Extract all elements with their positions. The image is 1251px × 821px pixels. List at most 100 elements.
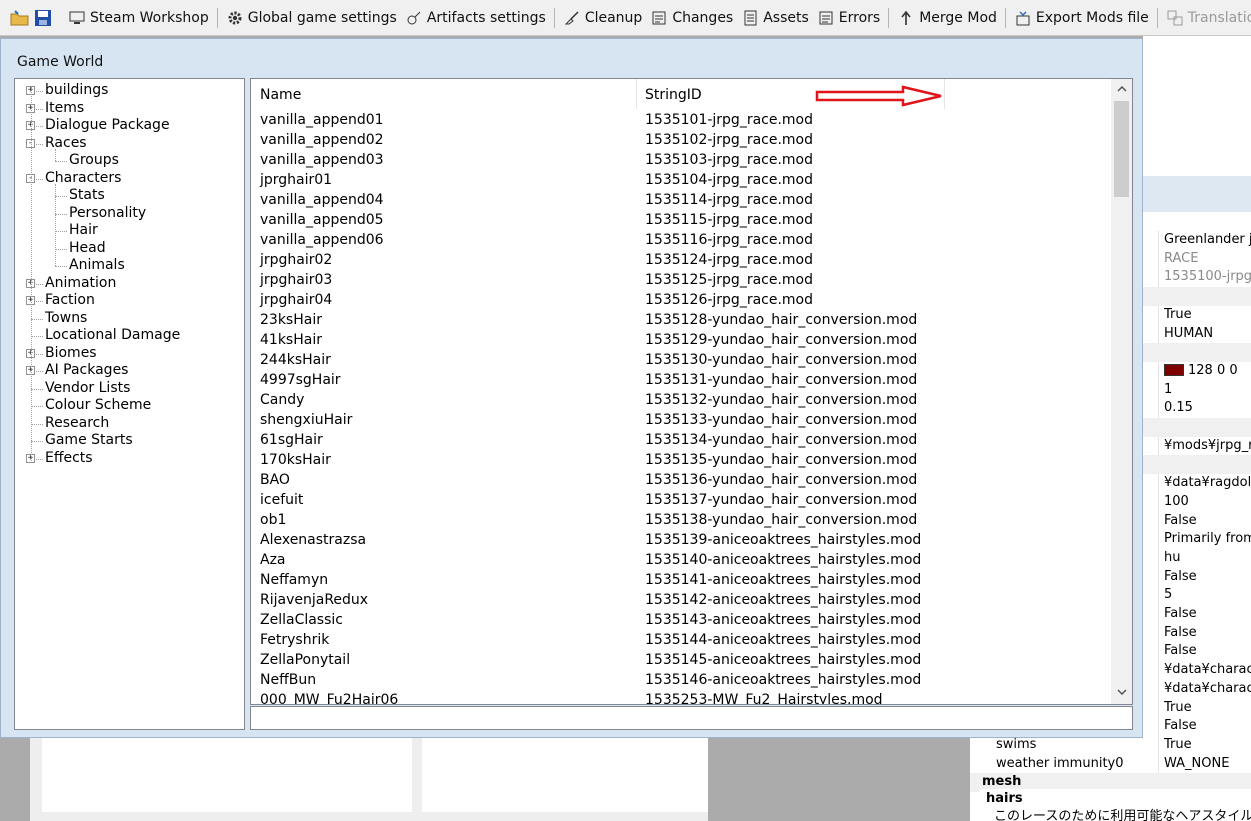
list-row[interactable]: 4997sgHair 1535131-yundao_hair_conversion…: [251, 371, 1111, 391]
tree-item-hair[interactable]: Hair: [69, 222, 98, 239]
list-row[interactable]: NeffBun 1535146-aniceoaktrees_hairstyles.…: [251, 671, 1111, 691]
list-footer-field[interactable]: [250, 706, 1133, 730]
tree-item-groups[interactable]: Groups: [69, 152, 119, 169]
property-value[interactable]: False: [1164, 569, 1197, 584]
scrollbar-thumb[interactable]: [1114, 101, 1129, 197]
list-row[interactable]: Fetryshrik 1535144-aniceoaktrees_hairstyl…: [251, 631, 1111, 651]
list-row[interactable]: 000_MW_Fu2Hair06 1535253-MW_Fu2_Hairstyle…: [251, 691, 1111, 704]
list-row[interactable]: vanilla_append06 1535116-jrpg_race.mod: [251, 231, 1111, 251]
steam-workshop-button[interactable]: Steam Workshop: [64, 5, 213, 31]
tree-item-dialogue-package[interactable]: Dialogue Package: [45, 117, 170, 134]
property-value[interactable]: 128 0 0: [1164, 363, 1238, 378]
cleanup-button[interactable]: Cleanup: [559, 5, 647, 31]
tree-item-buildings[interactable]: buildings: [45, 82, 108, 99]
list-row[interactable]: ZellaPonytail 1535145-aniceoaktrees_hairs…: [251, 651, 1111, 671]
tree-item-animals[interactable]: Animals: [69, 257, 125, 274]
list-row[interactable]: icefuit 1535137-yundao_hair_conversion.mo…: [251, 491, 1111, 511]
tree-item-head[interactable]: Head: [69, 240, 106, 257]
tree-item-personality[interactable]: Personality: [69, 205, 146, 222]
tree-item-game-starts[interactable]: Game Starts: [45, 432, 133, 449]
list-row[interactable]: jprghair01 1535104-jrpg_race.mod: [251, 171, 1111, 191]
property-row[interactable]: weather immunity0 WA_NONE: [970, 754, 1251, 774]
merge-mod-button[interactable]: Merge Mod: [893, 5, 1001, 31]
property-value[interactable]: RACE: [1164, 251, 1198, 266]
list-row[interactable]: ob1 1535138-yundao_hair_conversion.mod: [251, 511, 1111, 531]
property-value[interactable]: False: [1164, 643, 1197, 658]
vertical-scrollbar[interactable]: [1111, 79, 1132, 704]
tree-item-colour-scheme[interactable]: Colour Scheme: [45, 397, 151, 414]
property-value[interactable]: ¥mods¥jrpg_ra: [1164, 438, 1251, 453]
tree-item-stats[interactable]: Stats: [69, 187, 105, 204]
list-row[interactable]: ZellaClassic 1535143-aniceoaktrees_hairst…: [251, 611, 1111, 631]
list-row[interactable]: vanilla_append05 1535115-jrpg_race.mod: [251, 211, 1111, 231]
tree-item-races[interactable]: Races: [45, 135, 87, 152]
global-game-settings-button[interactable]: Global game settings: [222, 5, 401, 31]
list-row[interactable]: vanilla_append02 1535102-jrpg_race.mod: [251, 131, 1111, 151]
list-row[interactable]: 170ksHair 1535135-yundao_hair_conversion.…: [251, 451, 1111, 471]
column-header-stringid[interactable]: StringID: [645, 87, 702, 103]
property-value[interactable]: False: [1164, 625, 1197, 640]
artifacts-settings-button[interactable]: Artifacts settings: [401, 5, 550, 31]
tree-item-effects[interactable]: Effects: [45, 450, 93, 467]
item-list[interactable]: Name StringID vanilla_append01 1535101-jr…: [250, 78, 1133, 705]
list-row[interactable]: 61sgHair 1535134-yundao_hair_conversion.m…: [251, 431, 1111, 451]
property-value[interactable]: ¥data¥ragdoll: [1164, 475, 1251, 490]
export-mods-file-button[interactable]: Export Mods file: [1010, 5, 1153, 31]
property-value[interactable]: True: [1164, 700, 1192, 715]
list-row[interactable]: 244ksHair 1535130-yundao_hair_conversion.…: [251, 351, 1111, 371]
column-divider[interactable]: [636, 79, 637, 109]
property-value[interactable]: ¥data¥charac: [1164, 681, 1251, 696]
tree-item-biomes[interactable]: Biomes: [45, 345, 97, 362]
property-value[interactable]: WA_NONE: [1164, 756, 1229, 771]
list-row[interactable]: jrpghair03 1535125-jrpg_race.mod: [251, 271, 1111, 291]
list-row[interactable]: jrpghair04 1535126-jrpg_race.mod: [251, 291, 1111, 311]
list-row[interactable]: vanilla_append03 1535103-jrpg_race.mod: [251, 151, 1111, 171]
list-row[interactable]: 41ksHair 1535129-yundao_hair_conversion.m…: [251, 331, 1111, 351]
property-value[interactable]: 5: [1164, 587, 1172, 602]
list-row[interactable]: shengxiuHair 1535133-yundao_hair_conversi…: [251, 411, 1111, 431]
property-value[interactable]: 1: [1164, 382, 1172, 397]
tree-item-items[interactable]: Items: [45, 100, 84, 117]
list-row[interactable]: Neffamyn 1535141-aniceoaktrees_hairstyles…: [251, 571, 1111, 591]
property-row[interactable]: swims True: [970, 735, 1251, 755]
property-value[interactable]: False: [1164, 513, 1197, 528]
property-value[interactable]: True: [1164, 737, 1192, 752]
assets-button[interactable]: Assets: [737, 5, 813, 31]
property-value[interactable]: ¥data¥charac: [1164, 662, 1251, 677]
tree-item-vendor-lists[interactable]: Vendor Lists: [45, 380, 130, 397]
scroll-down-icon[interactable]: [1111, 682, 1132, 702]
property-value[interactable]: HUMAN: [1164, 326, 1213, 341]
property-value[interactable]: 1535100-jrpg_: [1164, 269, 1251, 284]
list-row[interactable]: vanilla_append01 1535101-jrpg_race.mod: [251, 111, 1111, 131]
list-row[interactable]: Candy 1535132-yundao_hair_conversion.mod: [251, 391, 1111, 411]
tree-item-locational-damage[interactable]: Locational Damage: [45, 327, 180, 344]
list-row[interactable]: Aza 1535140-aniceoaktrees_hairstyles.mod: [251, 551, 1111, 571]
translations-button[interactable]: Translations: [1162, 5, 1251, 31]
property-value[interactable]: Primarily from: [1164, 531, 1251, 546]
category-tree[interactable]: buildings + Items + Dialogue Package + Races - G…: [14, 78, 245, 730]
changes-button[interactable]: Changes: [646, 5, 737, 31]
property-value[interactable]: hu: [1164, 550, 1180, 565]
column-header-name[interactable]: Name: [260, 87, 301, 103]
tree-item-towns[interactable]: Towns: [45, 310, 87, 327]
property-value[interactable]: False: [1164, 718, 1197, 733]
property-value[interactable]: 0.15: [1164, 400, 1193, 415]
property-value[interactable]: True: [1164, 307, 1192, 322]
tree-item-animation[interactable]: Animation: [45, 275, 116, 292]
column-divider[interactable]: [944, 79, 945, 109]
property-value[interactable]: 100: [1164, 494, 1189, 509]
tree-item-faction[interactable]: Faction: [45, 292, 95, 309]
tree-item-research[interactable]: Research: [45, 415, 109, 432]
save-icon[interactable]: [34, 6, 52, 30]
errors-button[interactable]: Errors: [813, 5, 884, 31]
list-row[interactable]: jrpghair02 1535124-jrpg_race.mod: [251, 251, 1111, 271]
scroll-up-icon[interactable]: [1111, 79, 1132, 99]
list-row[interactable]: Alexenastrazsa 1535139-aniceoaktrees_hair…: [251, 531, 1111, 551]
property-value[interactable]: Greenlander jr: [1164, 232, 1251, 247]
list-row[interactable]: BAO 1535136-yundao_hair_conversion.mod: [251, 471, 1111, 491]
list-row[interactable]: RijavenjaRedux 1535142-aniceoaktrees_hair…: [251, 591, 1111, 611]
list-row[interactable]: 23ksHair 1535128-yundao_hair_conversion.m…: [251, 311, 1111, 331]
tree-item-ai-packages[interactable]: AI Packages: [45, 362, 128, 379]
open-folder-icon[interactable]: [10, 6, 30, 30]
property-value[interactable]: False: [1164, 606, 1197, 621]
